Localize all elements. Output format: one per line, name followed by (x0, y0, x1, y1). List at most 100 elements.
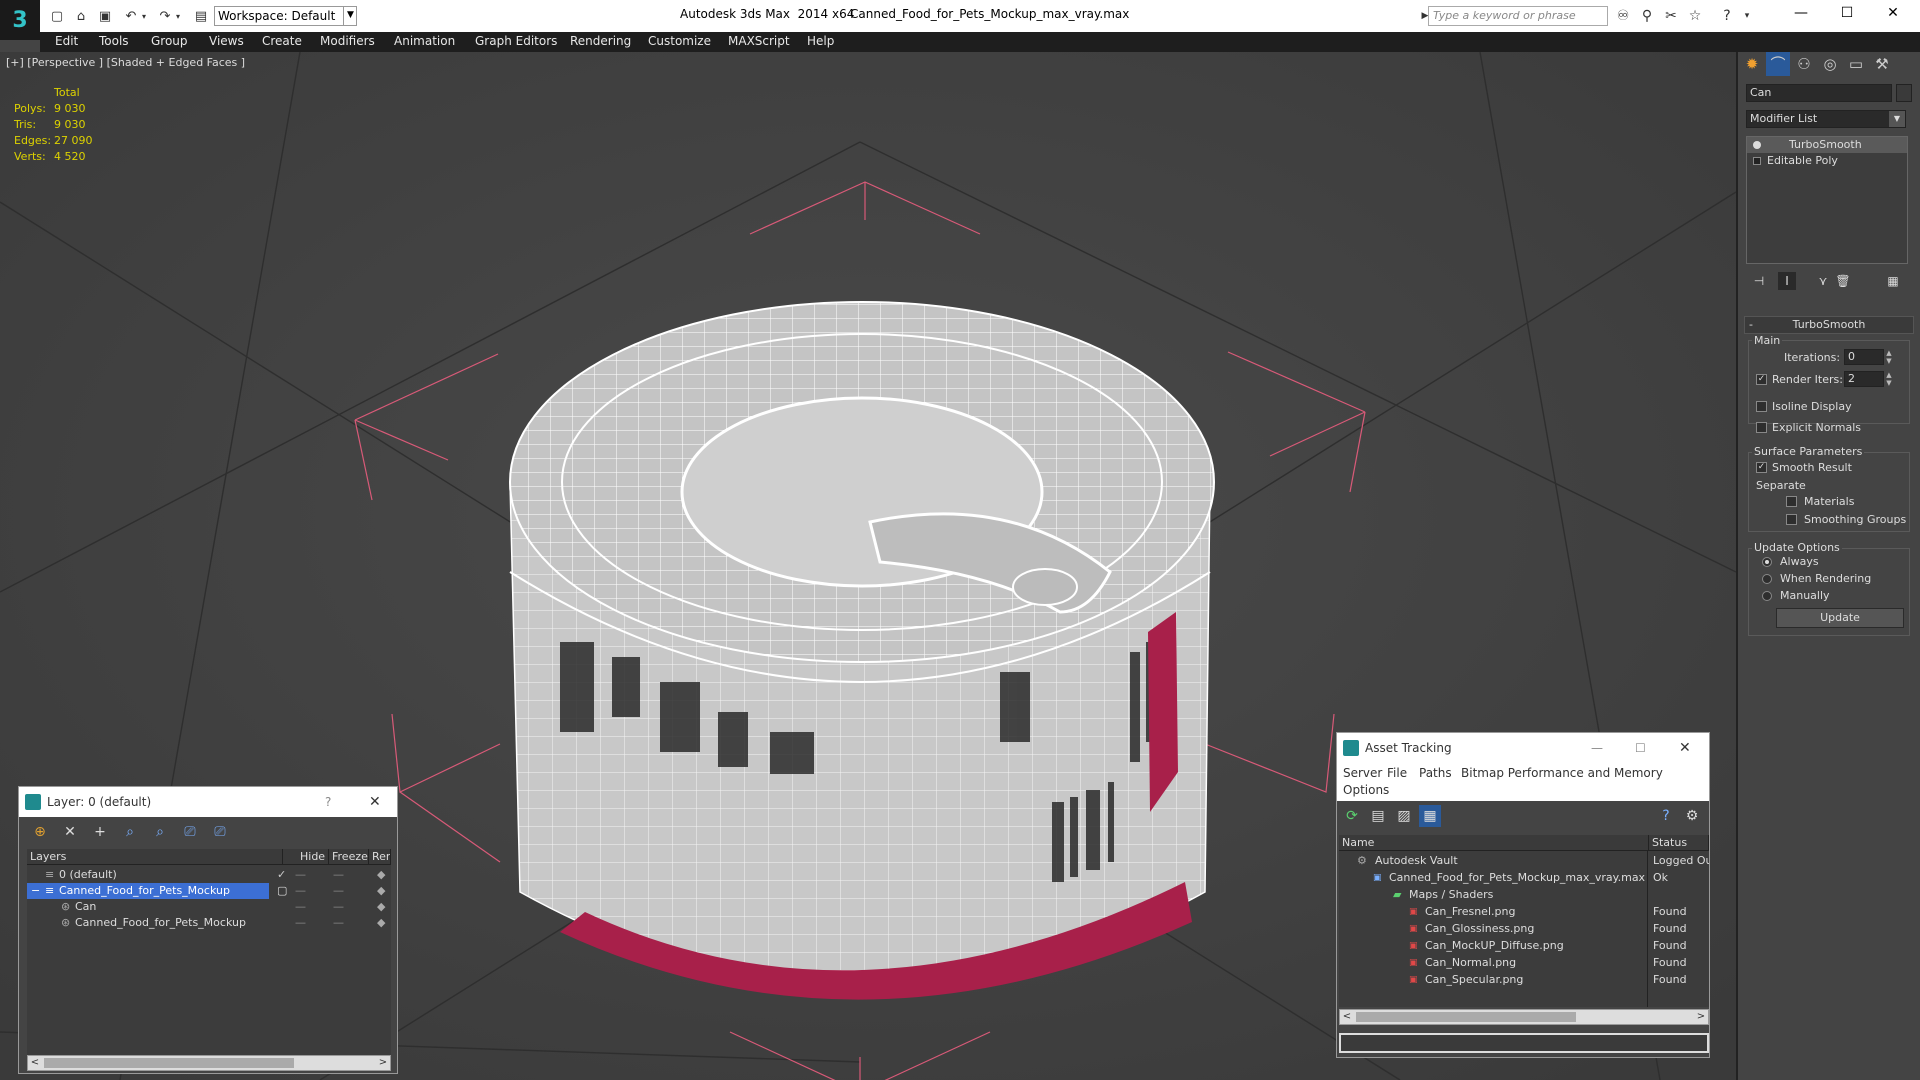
menu-tools[interactable]: Tools (99, 34, 129, 48)
isoline-display-checkbox[interactable] (1756, 401, 1767, 412)
help-dropdown-icon[interactable]: ▾ (1736, 6, 1758, 26)
asset-path-field[interactable] (1339, 1033, 1709, 1053)
layer-row[interactable]: ⊛ Canned_Food_for_Pets_Mockup — — ◆ (27, 915, 391, 931)
open-file-icon[interactable]: ⌂ (70, 6, 92, 26)
object-color-swatch[interactable] (1896, 84, 1912, 102)
menu-rendering[interactable]: Rendering (570, 34, 631, 48)
chevron-down-icon[interactable]: ▼ (343, 6, 357, 26)
update-button[interactable]: Update (1776, 608, 1904, 628)
highlight-layer-icon[interactable]: ⌕ (149, 821, 171, 843)
stack-item-editable-poly[interactable]: Editable Poly (1747, 153, 1907, 169)
render-toggle-icon[interactable]: ◆ (377, 883, 385, 899)
menu-options[interactable]: Options (1343, 783, 1389, 797)
asset-row[interactable]: ▰ Maps / Shaders (1339, 887, 1709, 903)
object-name-input[interactable]: Can (1746, 84, 1892, 102)
save-icon[interactable]: ▣ (94, 6, 116, 26)
asset-row[interactable]: ▣ Can_Specular.png Found (1339, 972, 1709, 988)
help-icon[interactable]: ? (325, 787, 331, 817)
workspace-select[interactable]: Workspace: Default (214, 6, 357, 26)
configure-sets-icon[interactable]: ▦ (1884, 272, 1902, 290)
explicit-normals-checkbox[interactable] (1756, 422, 1767, 433)
favorites-star-icon[interactable]: ☆ (1684, 6, 1706, 26)
menu-server[interactable]: Server (1343, 766, 1382, 780)
asset-row[interactable]: ⚙ Autodesk Vault Logged Ou (1339, 853, 1709, 869)
hide-toggle[interactable]: — (295, 867, 306, 883)
render-toggle-icon[interactable]: ◆ (377, 915, 385, 931)
spinner-arrows-icon[interactable]: ▲ ▼ (1884, 349, 1894, 365)
remove-modifier-icon[interactable]: 🗑 (1834, 272, 1852, 290)
layer-row[interactable]: ⊛ Can — — ◆ (27, 899, 391, 915)
thumbnail-view-icon[interactable]: ▨ (1393, 805, 1415, 827)
assets-horizontal-scrollbar[interactable]: < > (1339, 1009, 1709, 1025)
new-file-icon[interactable]: ▢ (46, 6, 68, 26)
menu-create[interactable]: Create (262, 34, 302, 48)
menu-file[interactable]: File (1387, 766, 1407, 780)
layer-row-selected[interactable]: − ≡ Canned_Food_for_Pets_Mockup (27, 883, 269, 899)
make-unique-icon[interactable]: ⋎ (1814, 272, 1832, 290)
utilities-tab-icon[interactable]: ⚒ (1870, 52, 1894, 76)
layer-row[interactable]: ≡ 0 (default) ✓ — — ◆ (27, 867, 391, 883)
project-folder-icon[interactable]: ▤ (190, 6, 212, 26)
scroll-thumb[interactable] (1356, 1012, 1576, 1022)
freeze-all-icon[interactable]: ⎚ (209, 821, 231, 843)
menu-bitmap-performance[interactable]: Bitmap Performance and Memory (1461, 766, 1663, 780)
hide-toggle[interactable]: — (295, 883, 306, 899)
when-rendering-radio[interactable] (1762, 574, 1772, 584)
menu-graph-editors[interactable]: Graph Editors (475, 34, 557, 48)
col-name[interactable]: Name (1339, 835, 1649, 851)
scroll-right-icon[interactable]: > (376, 1056, 390, 1070)
asset-row[interactable]: ▣ Can_MockUP_Diffuse.png Found (1339, 938, 1709, 954)
render-iters-checkbox[interactable]: ✓ (1756, 374, 1767, 385)
asset-tracking-titlebar[interactable]: Asset Tracking — ☐ ✕ (1337, 733, 1709, 763)
motion-tab-icon[interactable]: ◎ (1818, 52, 1842, 76)
asset-row[interactable]: ▣ Can_Fresnel.png Found (1339, 904, 1709, 920)
freeze-toggle[interactable]: — (333, 867, 344, 883)
layers-horizontal-scrollbar[interactable]: < > (27, 1055, 391, 1071)
spinner-arrows-icon[interactable]: ▲ ▼ (1884, 371, 1894, 387)
app-logo-icon[interactable]: 3 (0, 0, 40, 40)
lightbulb-icon[interactable] (1753, 141, 1761, 149)
maximize-icon[interactable]: ☐ (1824, 0, 1870, 26)
smooth-result-checkbox[interactable]: ✓ (1756, 462, 1767, 473)
refresh-icon[interactable]: ⟳ (1341, 805, 1363, 827)
show-end-result-icon[interactable]: Ⅰ (1778, 272, 1796, 290)
scroll-thumb[interactable] (44, 1058, 294, 1068)
scroll-left-icon[interactable]: < (1340, 1010, 1354, 1024)
menu-views[interactable]: Views (209, 34, 244, 48)
create-layer-icon[interactable]: ⊕ (29, 821, 51, 843)
communication-icon[interactable]: ✂ (1660, 6, 1682, 26)
hide-all-icon[interactable]: ⎚ (179, 821, 201, 843)
settings-icon[interactable]: ⚙ (1681, 805, 1703, 827)
table-view-icon[interactable]: ▦ (1419, 805, 1441, 827)
freeze-toggle[interactable]: — (333, 915, 344, 931)
collapse-icon[interactable]: − (31, 883, 40, 899)
hierarchy-tab-icon[interactable]: ⚇ (1792, 52, 1816, 76)
expand-icon[interactable] (1753, 157, 1761, 165)
layer-manager-titlebar[interactable]: Layer: 0 (default) ? ✕ (19, 787, 397, 817)
scroll-right-icon[interactable]: > (1694, 1010, 1708, 1024)
close-icon[interactable]: ✕ (369, 787, 381, 817)
viewport-label[interactable]: [+] [Perspective ] [Shaded + Edged Faces… (6, 56, 245, 69)
col-freeze[interactable]: Freeze (329, 849, 369, 865)
col-layers[interactable]: Layers (27, 849, 283, 865)
always-radio[interactable] (1762, 557, 1772, 567)
close-icon[interactable]: ✕ (1870, 0, 1916, 26)
menu-modifiers[interactable]: Modifiers (320, 34, 375, 48)
menu-maxscript[interactable]: MAXScript (728, 34, 790, 48)
binoculars-icon[interactable]: ♾ (1612, 6, 1634, 26)
modify-tab-icon[interactable]: ⌒ (1766, 52, 1790, 76)
list-view-icon[interactable]: ▤ (1367, 805, 1389, 827)
create-tab-icon[interactable]: ✹ (1740, 52, 1764, 76)
help-icon[interactable]: ? (1655, 805, 1677, 827)
scroll-left-icon[interactable]: < (28, 1056, 42, 1070)
col-hide[interactable]: Hide (297, 849, 329, 865)
add-to-layer-icon[interactable]: + (89, 821, 111, 843)
menu-animation[interactable]: Animation (394, 34, 455, 48)
close-icon[interactable]: ✕ (1679, 733, 1691, 763)
freeze-toggle[interactable]: — (333, 899, 344, 915)
manually-radio[interactable] (1762, 591, 1772, 601)
col-status[interactable]: Status (1649, 835, 1709, 851)
select-objects-icon[interactable]: ⌕ (119, 821, 141, 843)
freeze-toggle[interactable]: — (333, 883, 344, 899)
menu-help[interactable]: Help (807, 34, 834, 48)
